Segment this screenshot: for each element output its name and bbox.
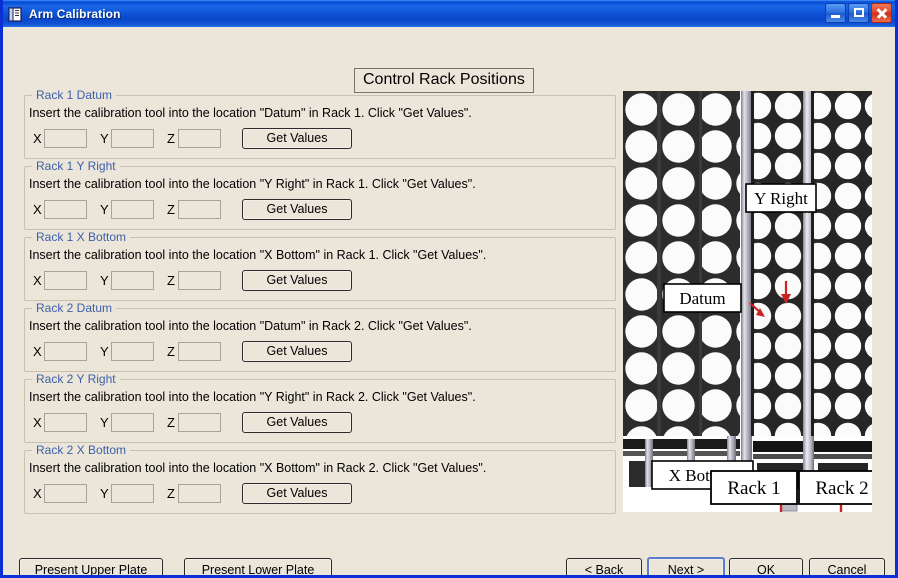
x-axis-label: X [33,273,42,288]
coordinate-row: X Y Z Get Values [33,341,352,362]
rack-diagram-image: Datum Y Right X Bottom Rack 1 Rack 2 [623,91,872,512]
x-input[interactable] [44,200,87,219]
get-values-button[interactable]: Get Values [242,341,352,362]
y-input[interactable] [111,200,154,219]
y-axis-label: Y [100,131,109,146]
get-values-button[interactable]: Get Values [242,270,352,291]
window-title: Arm Calibration [29,7,121,21]
get-values-button[interactable]: Get Values [242,412,352,433]
z-input[interactable] [178,271,221,290]
x-input[interactable] [44,342,87,361]
svg-text:Rack 2: Rack 2 [815,478,868,499]
ok-button[interactable]: OK [729,558,803,575]
group-rack-2-x-bottom: Rack 2 X Bottom Insert the calibration t… [24,443,616,514]
x-axis-label: X [33,131,42,146]
x-input[interactable] [44,271,87,290]
y-input[interactable] [111,413,154,432]
group-legend: Rack 2 Datum [32,301,117,315]
title-bar[interactable]: Arm Calibration [3,0,895,27]
callout-rack-1: Rack 1 [710,470,798,505]
minimize-icon[interactable] [825,3,846,23]
x-axis-label: X [33,415,42,430]
group-rack-1-datum: Rack 1 Datum Insert the calibration tool… [24,88,616,159]
next-button[interactable]: Next > [647,557,725,575]
svg-text:Rack 1: Rack 1 [727,478,780,499]
x-axis-label: X [33,344,42,359]
svg-text:Y Right: Y Right [754,189,808,208]
y-axis-label: Y [100,415,109,430]
y-input[interactable] [111,271,154,290]
present-upper-plate-button[interactable]: Present Upper Plate [19,558,163,575]
x-input[interactable] [44,413,87,432]
group-description: Insert the calibration tool into the loc… [29,177,476,191]
svg-text:Datum: Datum [679,289,725,308]
z-input[interactable] [178,484,221,503]
z-input[interactable] [178,413,221,432]
y-input[interactable] [111,129,154,148]
y-axis-label: Y [100,344,109,359]
y-axis-label: Y [100,273,109,288]
close-icon[interactable] [871,3,892,23]
z-input[interactable] [178,200,221,219]
y-axis-label: Y [100,486,109,501]
coordinate-row: X Y Z Get Values [33,199,352,220]
arm-calibration-window: Arm Calibration Control Rack Positions R… [0,0,898,578]
group-legend: Rack 2 X Bottom [32,443,131,457]
group-description: Insert the calibration tool into the loc… [29,248,487,262]
window-controls [825,3,892,23]
group-rack-1-x-bottom: Rack 1 X Bottom Insert the calibration t… [24,230,616,301]
group-legend: Rack 2 Y Right [32,372,120,386]
app-window-icon [7,6,24,23]
callout-rack-2: Rack 2 [798,470,872,505]
coordinate-row: X Y Z Get Values [33,483,352,504]
x-axis-label: X [33,486,42,501]
present-lower-plate-button[interactable]: Present Lower Plate [184,558,332,575]
callout-y-right: Y Right [745,183,817,213]
y-input[interactable] [111,484,154,503]
page-title: Control Rack Positions [354,68,534,93]
x-input[interactable] [44,484,87,503]
z-axis-label: Z [167,131,175,146]
group-description: Insert the calibration tool into the loc… [29,461,487,475]
back-button[interactable]: < Back [566,558,642,575]
x-input[interactable] [44,129,87,148]
z-axis-label: Z [167,486,175,501]
group-description: Insert the calibration tool into the loc… [29,106,472,120]
callout-datum: Datum [663,283,742,313]
group-description: Insert the calibration tool into the loc… [29,319,472,333]
coordinate-row: X Y Z Get Values [33,270,352,291]
group-rack-2-y-right: Rack 2 Y Right Insert the calibration to… [24,372,616,443]
y-axis-label: Y [100,202,109,217]
y-input[interactable] [111,342,154,361]
z-axis-label: Z [167,344,175,359]
get-values-button[interactable]: Get Values [242,483,352,504]
z-input[interactable] [178,342,221,361]
z-axis-label: Z [167,415,175,430]
group-rack-1-y-right: Rack 1 Y Right Insert the calibration to… [24,159,616,230]
dialog-client-area: Control Rack Positions Rack 1 Datum Inse… [3,27,895,575]
get-values-button[interactable]: Get Values [242,128,352,149]
get-values-button[interactable]: Get Values [242,199,352,220]
maximize-icon[interactable] [848,3,869,23]
group-rack-2-datum: Rack 2 Datum Insert the calibration tool… [24,301,616,372]
z-axis-label: Z [167,273,175,288]
cancel-button[interactable]: Cancel [809,558,885,575]
coordinate-row: X Y Z Get Values [33,412,352,433]
group-legend: Rack 1 Y Right [32,159,120,173]
z-axis-label: Z [167,202,175,217]
z-input[interactable] [178,129,221,148]
x-axis-label: X [33,202,42,217]
coordinate-row: X Y Z Get Values [33,128,352,149]
calibration-groups: Rack 1 Datum Insert the calibration tool… [24,88,616,514]
group-legend: Rack 1 X Bottom [32,230,131,244]
group-description: Insert the calibration tool into the loc… [29,390,476,404]
group-legend: Rack 1 Datum [32,88,117,102]
